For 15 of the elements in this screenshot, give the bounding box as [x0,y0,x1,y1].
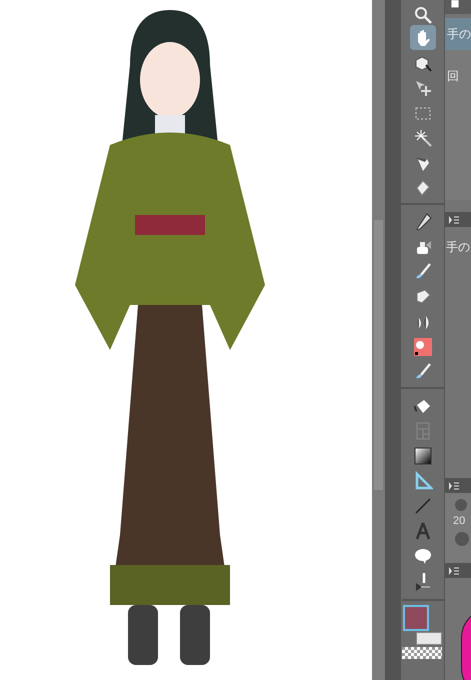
sub-tool-item[interactable]: 手の [446,240,470,254]
transparent-color-swatch[interactable] [402,647,442,659]
magic-wand-icon [412,128,432,148]
zoom-icon [412,5,432,25]
brush-size-reading: 20 [453,514,466,529]
tool-name-header[interactable]: 手の [445,18,471,50]
sub-color-swatch[interactable] [416,632,442,645]
line-icon [412,496,432,516]
flower-pattern-icon [412,336,432,356]
main-color-swatch[interactable] [403,605,429,631]
panel-menu-icon[interactable] [448,214,460,224]
gradient-square-icon [412,446,432,466]
panel-menu-icon[interactable] [448,480,460,490]
panel-menu-icon[interactable] [448,566,460,576]
property-label: 回 [447,69,459,83]
